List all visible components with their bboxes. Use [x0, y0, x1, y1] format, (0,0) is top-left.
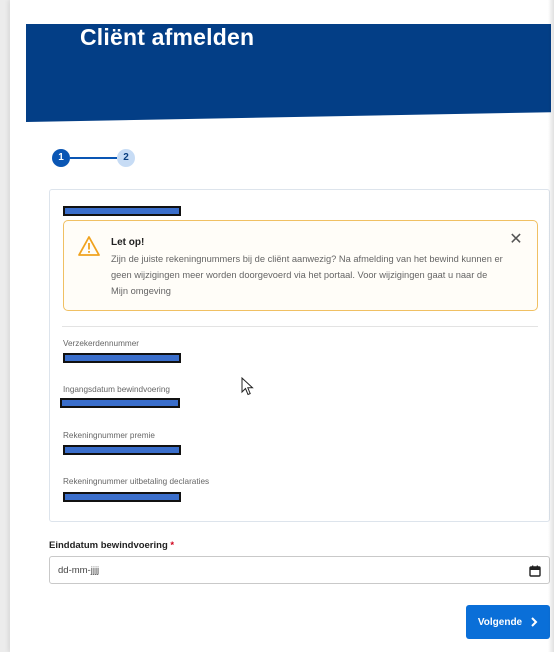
redacted-ingangsdatum — [60, 398, 180, 408]
required-indicator: * — [170, 540, 175, 551]
redacted-verzekerdennummer — [63, 353, 181, 363]
alert-title: Let op! — [111, 237, 145, 248]
stepper-connector — [70, 157, 117, 159]
close-icon[interactable]: ✕ — [509, 232, 523, 248]
redacted-rekening-declaraties — [63, 492, 181, 502]
page-title: Cliënt afmelden — [80, 24, 255, 50]
end-date-label-text: Einddatum bewindvoering — [49, 540, 168, 551]
client-details-card: Let op! Zijn de juiste rekeningnummers b… — [49, 189, 550, 522]
divider — [62, 326, 538, 327]
page: Cliënt afmelden 1 2 Let op! Zijn de juis… — [10, 0, 554, 652]
stepper: 1 2 — [52, 149, 142, 167]
end-date-label: Einddatum bewindvoering * — [49, 540, 174, 551]
warning-icon — [78, 236, 100, 256]
field-label-ingangsdatum: Ingangsdatum bewindvoering — [63, 385, 170, 394]
end-date-placeholder: dd-mm-jjjj — [58, 565, 100, 576]
warning-alert: Let op! Zijn de juiste rekeningnummers b… — [63, 220, 538, 311]
alert-body: Zijn de juiste rekeningnummers bij de cl… — [111, 254, 503, 296]
next-button[interactable]: Volgende — [466, 605, 550, 639]
field-label-verzekerdennummer: Verzekerdennummer — [63, 339, 139, 348]
field-label-rekening-premie: Rekeningnummer premie — [63, 431, 155, 440]
page-edge-shadow — [548, 0, 554, 652]
redacted-client-name — [63, 206, 181, 216]
mouse-cursor-icon — [241, 377, 254, 396]
field-label-rekening-declaraties: Rekeningnummer uitbetaling declaraties — [63, 477, 210, 486]
redacted-rekening-premie — [63, 445, 181, 455]
end-date-input[interactable]: dd-mm-jjjj — [49, 556, 550, 584]
next-button-label: Volgende — [477, 616, 523, 628]
calendar-icon[interactable] — [529, 565, 541, 577]
step-1: 1 — [52, 149, 70, 167]
chevron-right-icon — [531, 617, 538, 627]
step-2: 2 — [117, 149, 135, 167]
